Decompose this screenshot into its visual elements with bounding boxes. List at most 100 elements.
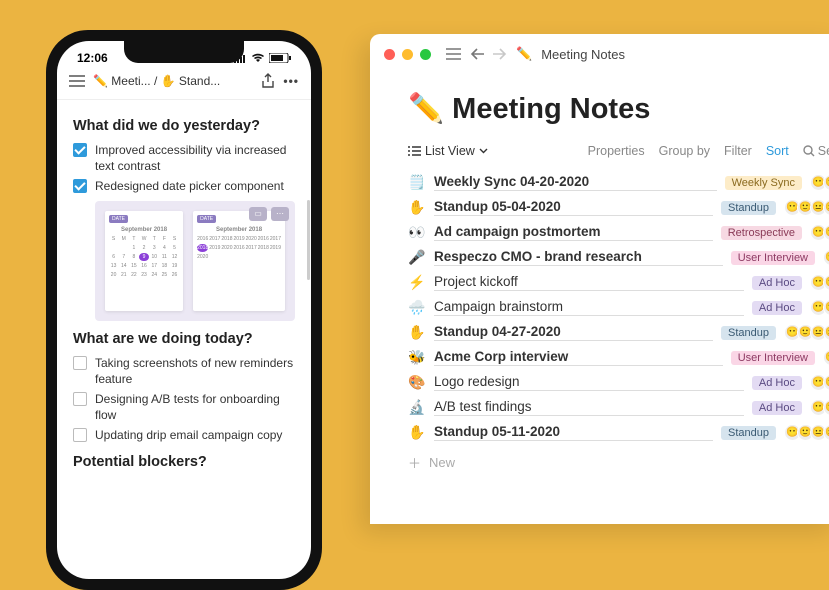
row-title[interactable]: Ad campaign postmortem: [434, 224, 713, 241]
list-item[interactable]: 🔬 A/B test findings Ad Hoc 😶🙂: [408, 395, 829, 420]
image-caption-icon[interactable]: ▭: [249, 207, 267, 221]
battery-icon: [269, 53, 291, 63]
row-emoji: 🎨: [408, 374, 426, 391]
checkbox-icon[interactable]: [73, 356, 87, 370]
todo-item[interactable]: Redesigned date picker component: [73, 178, 295, 194]
avatar-stack[interactable]: 😶🙂: [814, 299, 829, 316]
checkbox-icon[interactable]: [73, 143, 87, 157]
tag-badge[interactable]: Ad Hoc: [752, 401, 802, 415]
more-icon[interactable]: •••: [283, 74, 299, 88]
avatar-stack[interactable]: 😶🙂: [814, 399, 829, 416]
properties-button[interactable]: Properties: [588, 144, 645, 158]
todo-item[interactable]: Designing A/B tests for onboarding flow: [73, 391, 295, 423]
tag-badge[interactable]: Standup: [721, 326, 776, 340]
tag-badge[interactable]: Retrospective: [721, 226, 802, 240]
search-button[interactable]: Sea: [803, 144, 829, 158]
filter-button[interactable]: Filter: [724, 144, 752, 158]
row-emoji: 🔬: [408, 399, 426, 416]
todo-item[interactable]: Taking screenshots of new reminders feat…: [73, 355, 295, 387]
titlebar: ✏️ Meeting Notes: [370, 34, 829, 74]
row-emoji: 👀: [408, 224, 426, 241]
db-toolbar: List View Properties Group by Filter Sor…: [408, 144, 829, 158]
row-title[interactable]: Campaign brainstorm: [434, 299, 744, 316]
checkbox-icon[interactable]: [73, 428, 87, 442]
row-title[interactable]: Standup 05-11-2020: [434, 424, 713, 441]
row-title[interactable]: Respeczo CMO - brand research: [434, 249, 723, 266]
hamburger-icon[interactable]: [446, 48, 461, 60]
share-icon[interactable]: [261, 73, 275, 89]
list-item[interactable]: ✋Standup 05-04-2020Standup😶🙂😐😑: [408, 195, 829, 220]
scrollbar[interactable]: [307, 200, 310, 280]
new-row-button[interactable]: ＋ New: [408, 445, 829, 472]
row-emoji: ✋: [408, 324, 426, 341]
back-icon[interactable]: [470, 48, 484, 60]
tag-badge[interactable]: Ad Hoc: [752, 276, 802, 290]
tag-badge[interactable]: Ad Hoc: [752, 301, 802, 315]
image-more-icon[interactable]: ⋯: [271, 207, 289, 221]
list-item[interactable]: 🎤 Respeczo CMO - brand research User Inter…: [408, 245, 829, 270]
heading-yesterday: What did we do yesterday?: [73, 118, 295, 134]
checkbox-icon[interactable]: [73, 179, 87, 193]
todo-item[interactable]: Improved accessibility via increased tex…: [73, 142, 295, 174]
todo-text: Taking screenshots of new reminders feat…: [95, 355, 295, 387]
list-item[interactable]: 🗒️ Weekly Sync 04-20-2020 Weekly Sync 😶🙂: [408, 170, 829, 195]
status-time: 12:06: [77, 51, 108, 65]
row-title[interactable]: Project kickoff: [434, 274, 744, 291]
page-title[interactable]: Meeting Notes: [541, 47, 625, 62]
row-emoji: 🗒️: [408, 174, 426, 191]
tag-badge[interactable]: User Interview: [731, 351, 815, 365]
tag-badge[interactable]: Ad Hoc: [752, 376, 802, 390]
row-title[interactable]: Standup 05-04-2020: [434, 199, 713, 216]
avatar-stack[interactable]: 😶🙂: [814, 274, 829, 291]
row-title[interactable]: A/B test findings: [434, 399, 744, 416]
row-emoji: 🐝: [408, 349, 426, 366]
avatar-stack[interactable]: 😶🙂😐😑: [788, 324, 829, 341]
list-item[interactable]: ✋Standup 05-11-2020Standup😶🙂😐😑: [408, 420, 829, 445]
view-selector[interactable]: List View: [408, 144, 488, 158]
wifi-icon: [251, 53, 265, 63]
row-emoji: 🎤: [408, 249, 426, 266]
search-icon: [803, 145, 815, 157]
list-item[interactable]: ✋ Standup 04-27-2020 Standup 😶🙂😐😑: [408, 320, 829, 345]
heading-blockers: Potential blockers?: [73, 454, 295, 470]
title-emoji: ✏️: [516, 46, 532, 62]
checkbox-icon[interactable]: [73, 392, 87, 406]
row-title[interactable]: Logo redesign: [434, 374, 744, 391]
sort-button[interactable]: Sort: [766, 144, 789, 158]
list-item[interactable]: ⚡ Project kickoff Ad Hoc 😶🙂: [408, 270, 829, 295]
mobile-nav: ✏️ Meeti... / ✋ Stand... •••: [57, 67, 311, 100]
list-item[interactable]: 🎨 Logo redesign Ad Hoc 😶🙂: [408, 370, 829, 395]
forward-icon[interactable]: [493, 48, 507, 60]
list-item[interactable]: 🐝Acme Corp interviewUser Interview😶: [408, 345, 829, 370]
row-emoji: ⚡: [408, 274, 426, 291]
avatar-stack[interactable]: 😶🙂: [814, 174, 829, 191]
list-item[interactable]: 🌧️Campaign brainstormAd Hoc😶🙂: [408, 295, 829, 320]
avatar-stack[interactable]: 😶🙂: [814, 224, 829, 241]
list-item[interactable]: 👀 Ad campaign postmortem Retrospective 😶🙂: [408, 220, 829, 245]
groupby-button[interactable]: Group by: [659, 144, 710, 158]
plus-icon: ＋: [408, 453, 421, 472]
tag-badge[interactable]: Standup: [721, 426, 776, 440]
tag-badge[interactable]: Weekly Sync: [725, 176, 802, 190]
todo-text: Redesigned date picker component: [95, 178, 284, 194]
traffic-light-minimize[interactable]: [402, 49, 413, 60]
traffic-light-zoom[interactable]: [420, 49, 431, 60]
phone-screen: 12:06 ✏️ Meeti... / ✋ Stand... ••• What …: [57, 41, 311, 579]
todo-item[interactable]: Updating drip email campaign copy: [73, 427, 295, 443]
hamburger-icon[interactable]: [69, 75, 85, 87]
tag-badge[interactable]: User Interview: [731, 251, 815, 265]
calendar-preview: DATE September 2018 SMTWTFS 12345 678910…: [105, 211, 183, 311]
image-block[interactable]: ▭ ⋯ DATE September 2018 SMTWTFS 12345 678…: [95, 201, 295, 321]
avatar-stack[interactable]: 😶🙂: [814, 374, 829, 391]
row-title[interactable]: Standup 04-27-2020: [434, 324, 713, 341]
heading-today: What are we doing today?: [73, 331, 295, 347]
desktop-window: ✏️ Meeting Notes ✏️ Meeting Notes List V…: [370, 34, 829, 524]
page-heading[interactable]: ✏️ Meeting Notes: [408, 92, 829, 126]
tag-badge[interactable]: Standup: [721, 201, 776, 215]
row-title[interactable]: Acme Corp interview: [434, 349, 723, 366]
avatar-stack[interactable]: 😶🙂😐😑: [788, 199, 829, 216]
traffic-light-close[interactable]: [384, 49, 395, 60]
breadcrumb[interactable]: ✏️ Meeti... / ✋ Stand...: [93, 74, 253, 88]
avatar-stack[interactable]: 😶🙂😐😑: [788, 424, 829, 441]
row-title[interactable]: Weekly Sync 04-20-2020: [434, 174, 717, 191]
